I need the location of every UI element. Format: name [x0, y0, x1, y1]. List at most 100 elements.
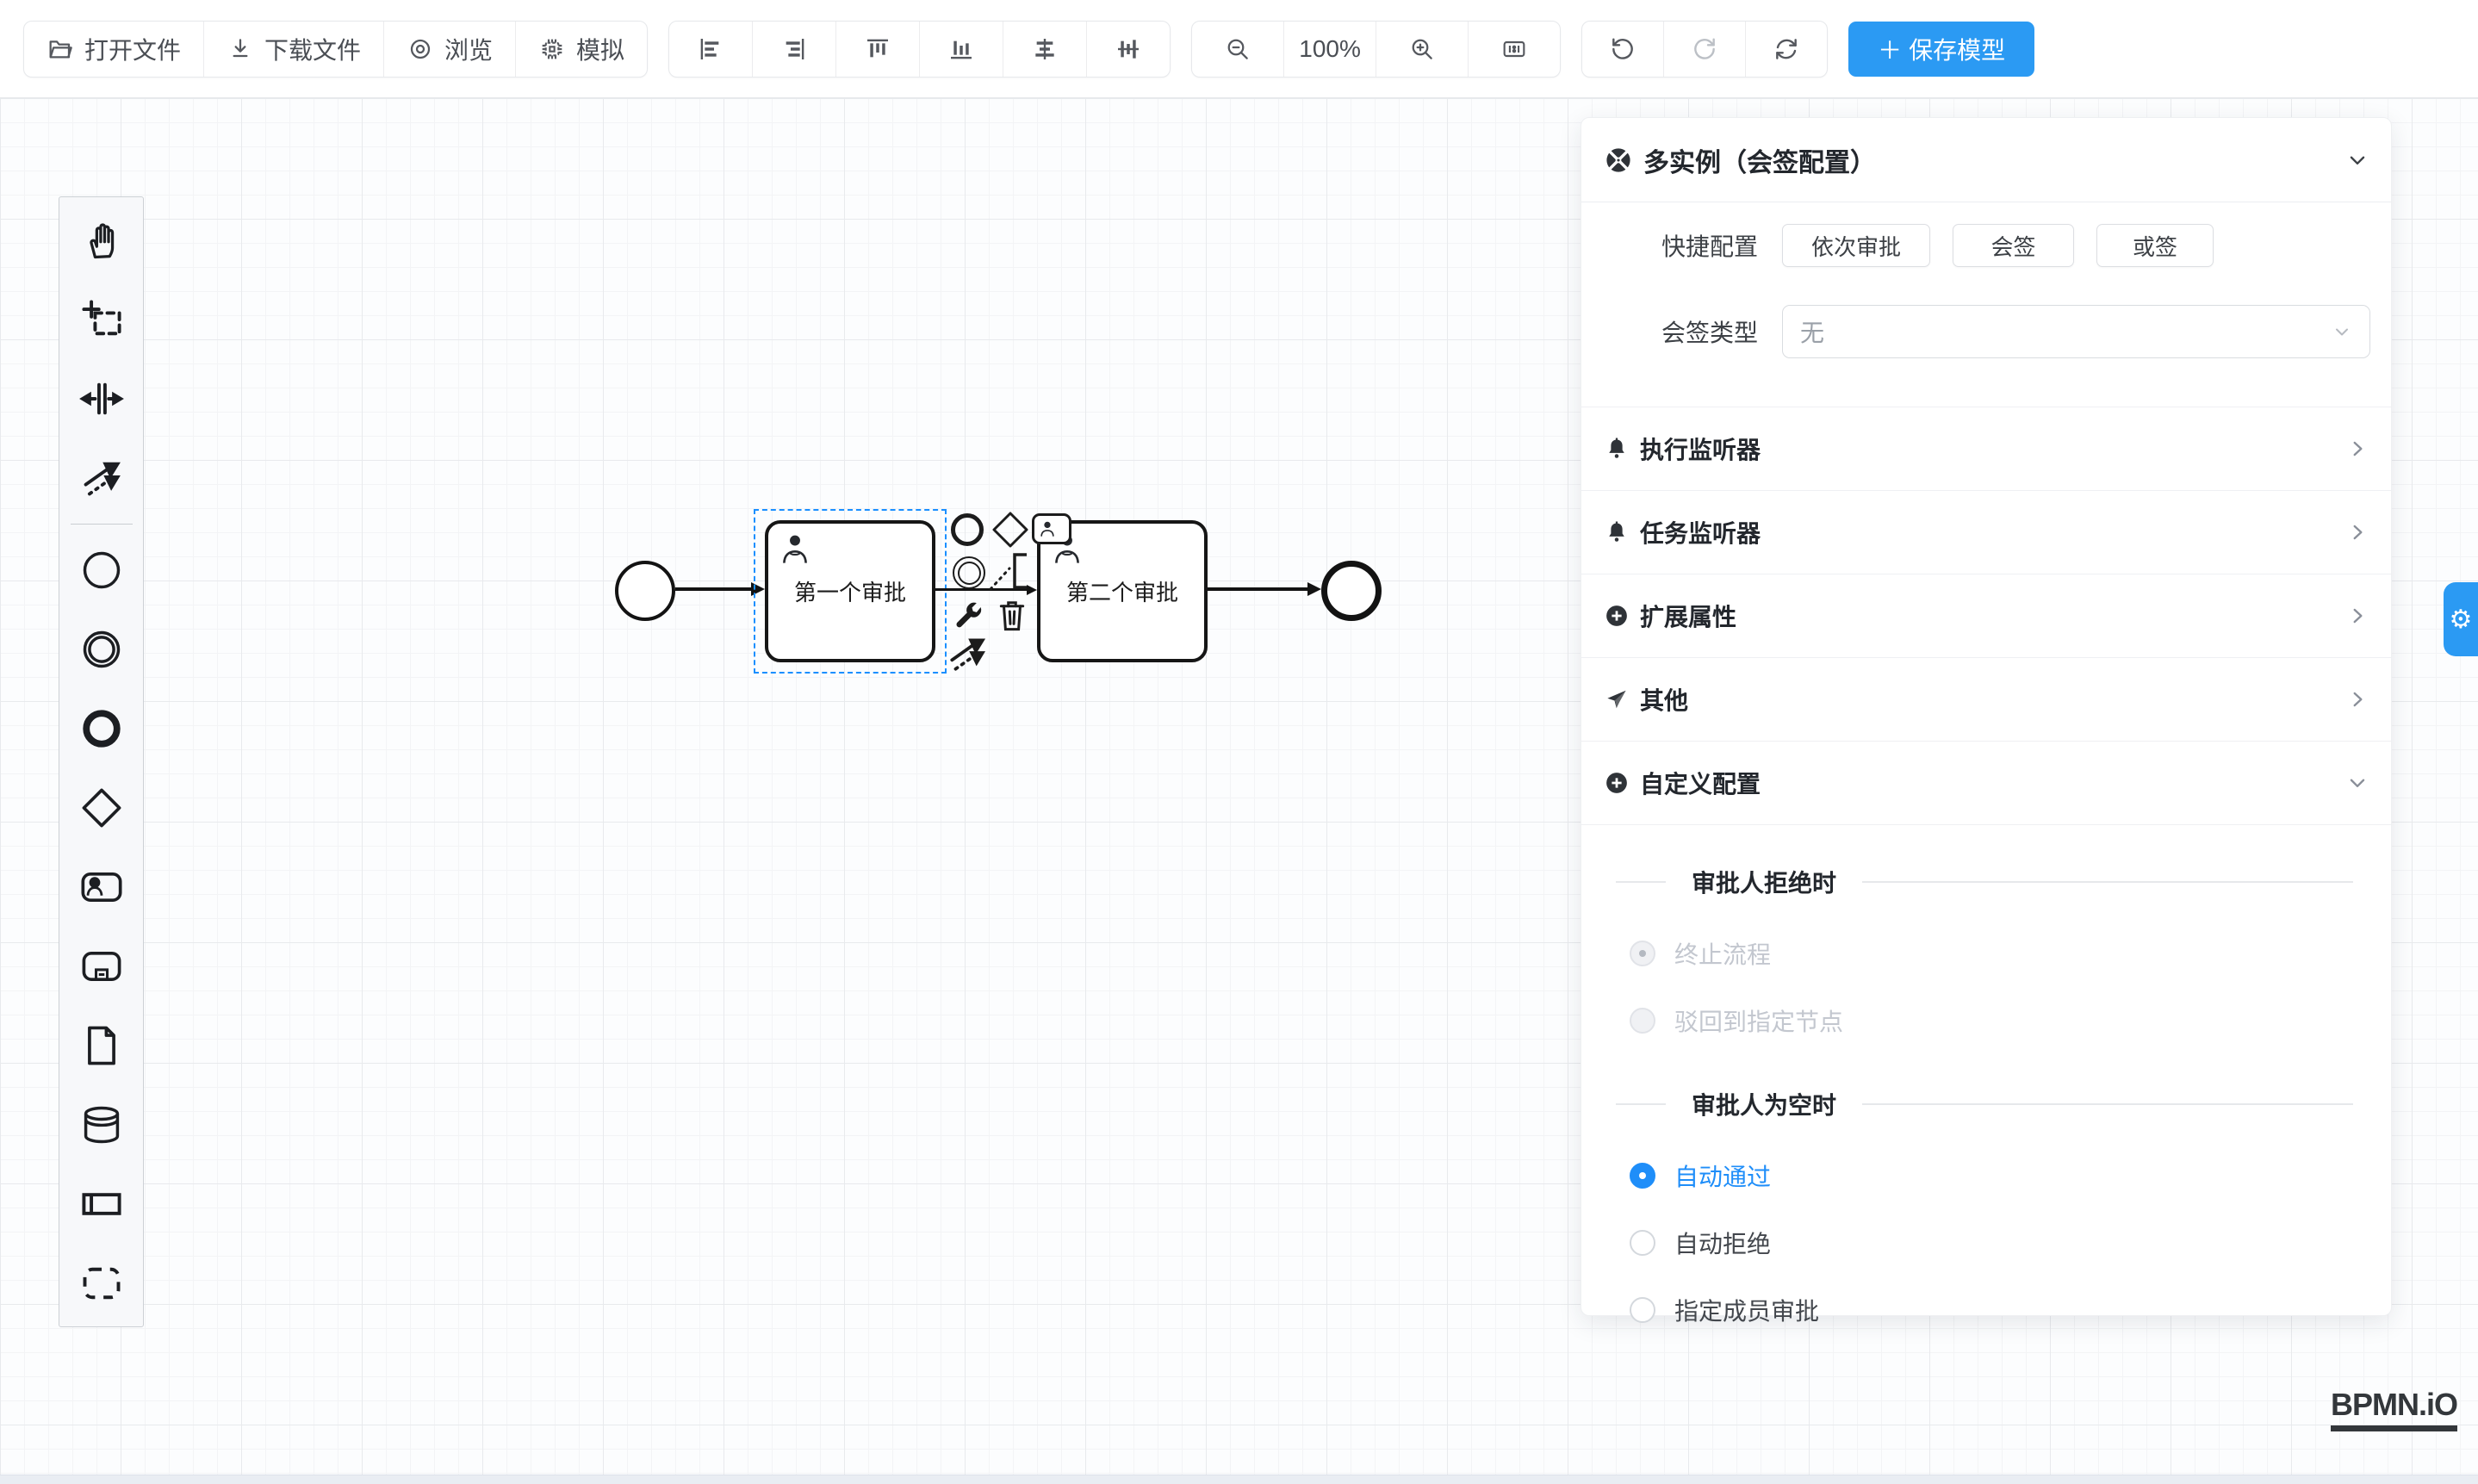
- folder-open-icon: [47, 35, 74, 63]
- align-bottom-button[interactable]: [920, 22, 1003, 77]
- quick-option-sequential[interactable]: 依次审批: [1782, 224, 1930, 267]
- bell-icon: [1604, 436, 1630, 462]
- gateway-icon[interactable]: [62, 768, 141, 848]
- align-center-horizontal-icon: [1031, 35, 1059, 63]
- section-label: 任务监听器: [1640, 515, 2336, 550]
- end-event[interactable]: [1321, 561, 1382, 621]
- chevron-right-icon: [2346, 521, 2369, 543]
- wrench-change-type-icon[interactable]: [951, 598, 985, 632]
- redo-button[interactable]: [1664, 22, 1746, 77]
- section-task-listener[interactable]: 任务监听器: [1581, 491, 2391, 574]
- undo-icon: [1609, 35, 1636, 63]
- open-file-label: 打开文件: [84, 32, 181, 66]
- align-left-button[interactable]: [669, 22, 753, 77]
- section-execution-listener[interactable]: 执行监听器: [1581, 407, 2391, 491]
- radio-unselected[interactable]: [1630, 1297, 1655, 1323]
- lasso-tool-icon[interactable]: [62, 280, 141, 359]
- user-task-person-icon: [777, 531, 813, 570]
- data-object-icon[interactable]: [62, 1006, 141, 1085]
- radio-terminate-process: 终止流程: [1630, 935, 2391, 972]
- task-first-approval[interactable]: 第一个审批: [765, 520, 935, 662]
- align-center-horizontal-button[interactable]: [1003, 22, 1087, 77]
- divider-empty-title: 审批人为空时: [1616, 1087, 2353, 1121]
- sequence-flow-1[interactable]: [675, 587, 755, 591]
- section-extended-properties[interactable]: 扩展属性: [1581, 574, 2391, 658]
- redo-icon: [1691, 35, 1718, 63]
- send-icon: [1604, 686, 1630, 712]
- bell-icon: [1604, 519, 1630, 545]
- align-center-vertical-button[interactable]: [1087, 22, 1170, 77]
- file-button-group: 打开文件 下载文件 浏览 模拟: [23, 21, 648, 78]
- download-file-button[interactable]: 下载文件: [204, 22, 384, 77]
- radio-auto-reject[interactable]: 自动拒绝: [1630, 1225, 2391, 1261]
- quick-config-row: 快捷配置 依次审批 会签 或签: [1581, 225, 2391, 266]
- align-left-icon: [697, 35, 724, 63]
- chevron-down-icon[interactable]: [2346, 149, 2369, 171]
- radio-auto-pass[interactable]: 自动通过: [1630, 1158, 2391, 1194]
- task-label: 第一个审批: [794, 575, 906, 607]
- data-store-icon[interactable]: [62, 1085, 141, 1164]
- section-label: 其他: [1640, 682, 2336, 717]
- zoom-level[interactable]: 100%: [1284, 22, 1376, 77]
- zoom-reset-button[interactable]: [1469, 22, 1560, 77]
- plus-circle-icon: [1604, 770, 1630, 796]
- bpmn-editor: 打开文件 下载文件 浏览 模拟: [0, 0, 2478, 1484]
- section-label: 自定义配置: [1640, 766, 2336, 800]
- section-other[interactable]: 其他: [1581, 658, 2391, 742]
- group-icon[interactable]: [62, 1244, 141, 1323]
- quick-option-countersign[interactable]: 会签: [1953, 224, 2074, 267]
- zoom-out-button[interactable]: [1192, 22, 1284, 77]
- subprocess-icon[interactable]: [62, 927, 141, 1006]
- zoom-reset-1-1-icon: [1500, 35, 1528, 63]
- append-text-annotation-icon[interactable]: [987, 548, 1032, 594]
- zoom-in-button[interactable]: [1376, 22, 1469, 77]
- plus-icon: ＋: [1878, 32, 1902, 66]
- intermediate-event-icon[interactable]: [62, 610, 141, 689]
- radio-label: 指定成员审批: [1674, 1293, 1819, 1327]
- section-custom-config[interactable]: 自定义配置: [1581, 742, 2391, 825]
- align-right-button[interactable]: [753, 22, 836, 77]
- multi-instance-icon: [1604, 146, 1633, 175]
- undo-button[interactable]: [1582, 22, 1664, 77]
- append-intermediate-event-icon[interactable]: [953, 556, 985, 589]
- settings-tab[interactable]: ⚙: [2444, 582, 2478, 656]
- append-end-event-icon[interactable]: [951, 513, 984, 546]
- chevron-right-icon: [2346, 688, 2369, 711]
- zoom-level-value: 100%: [1299, 35, 1361, 63]
- radio-label: 终止流程: [1674, 936, 1771, 971]
- append-user-task-icon[interactable]: [1032, 513, 1071, 544]
- plus-circle-icon: [1604, 603, 1630, 629]
- save-model-button[interactable]: ＋ 保存模型: [1848, 22, 2034, 77]
- preview-icon: [407, 35, 434, 63]
- panel-header[interactable]: 多实例（会签配置）: [1581, 118, 2391, 202]
- sequence-flow-3[interactable]: [1208, 587, 1307, 591]
- participant-pool-icon[interactable]: [62, 1164, 141, 1244]
- start-event[interactable]: [615, 561, 675, 621]
- preview-button[interactable]: 浏览: [384, 22, 516, 77]
- arrowhead: [1307, 582, 1321, 596]
- hand-tool-icon[interactable]: [62, 201, 141, 280]
- quick-option-orsign[interactable]: 或签: [2096, 224, 2214, 267]
- radio-selected[interactable]: [1630, 1163, 1655, 1189]
- align-top-icon: [864, 35, 891, 63]
- align-top-button[interactable]: [836, 22, 920, 77]
- append-gateway-icon[interactable]: [991, 510, 1030, 550]
- sign-type-value: 无: [1800, 314, 1824, 349]
- sign-type-select[interactable]: 无: [1782, 305, 2370, 358]
- radio-unselected[interactable]: [1630, 1230, 1655, 1256]
- connect-tool-icon[interactable]: [946, 632, 989, 675]
- bpmn-io-logo[interactable]: BPMN.iO: [2331, 1387, 2457, 1431]
- simulate-button[interactable]: 模拟: [516, 22, 647, 77]
- space-tool-icon[interactable]: [62, 359, 141, 438]
- bottom-scrollbar-strip[interactable]: [0, 1475, 2478, 1484]
- global-connect-tool-icon[interactable]: [62, 438, 141, 518]
- start-event-icon[interactable]: [62, 531, 141, 610]
- radio-assign-member[interactable]: 指定成员审批: [1630, 1292, 2391, 1328]
- open-file-button[interactable]: 打开文件: [24, 22, 204, 77]
- refresh-button[interactable]: [1746, 22, 1827, 77]
- user-task-icon[interactable]: [62, 848, 141, 927]
- trash-delete-icon[interactable]: [996, 596, 1028, 634]
- empty-title: 审批人为空时: [1692, 1087, 1836, 1121]
- end-event-icon[interactable]: [62, 689, 141, 768]
- sign-type-row: 会签类型 无: [1581, 305, 2391, 358]
